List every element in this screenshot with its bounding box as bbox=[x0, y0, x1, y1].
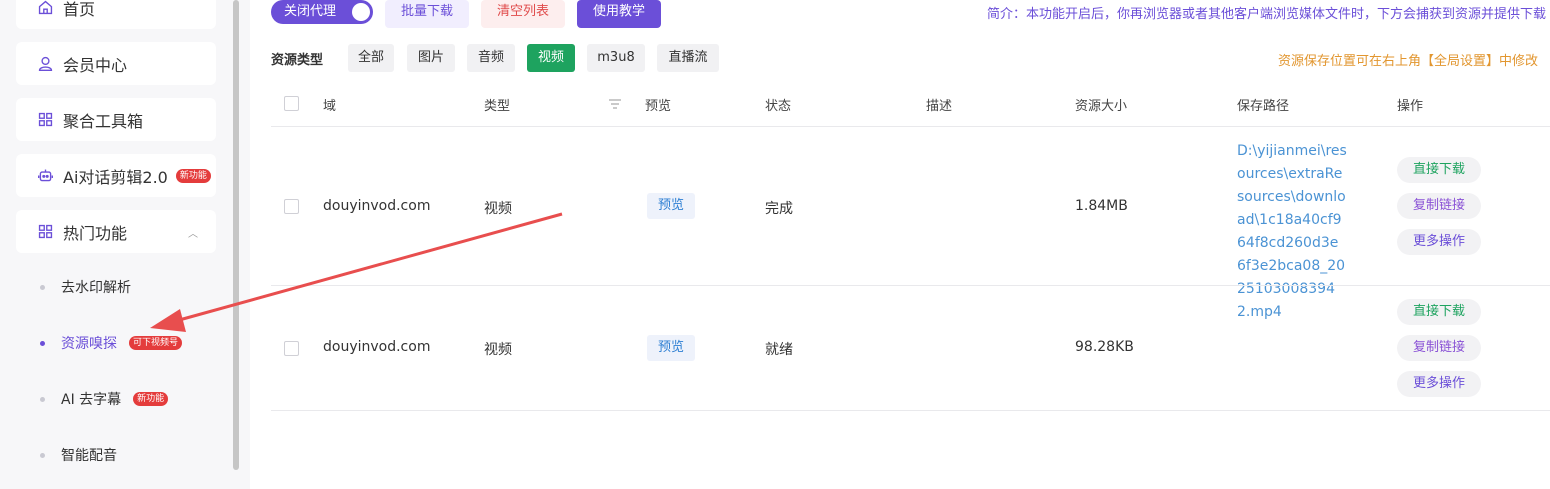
sidebar-scrollbar[interactable] bbox=[233, 0, 239, 470]
feature-intro-text: 简介：本功能开启后，你再浏览器或者其他客户端浏览媒体文件时，下方会捕获到资源并提… bbox=[986, 7, 1546, 22]
row-checkbox[interactable] bbox=[284, 199, 299, 214]
filter-chip-image[interactable]: 图片 bbox=[407, 44, 455, 72]
sidebar-item-label: 热门功能 bbox=[63, 223, 128, 243]
resource-type-label: 资源类型 bbox=[271, 53, 324, 68]
grid-icon bbox=[36, 223, 54, 241]
bullet-dot-icon bbox=[40, 341, 45, 346]
video-account-badge: 可下视频号 bbox=[129, 336, 183, 350]
sidebar-subitem-resource-sniff[interactable]: 资源嗅探 可下视频号 bbox=[40, 333, 183, 353]
sidebar-item-hot-features[interactable]: 热门功能 ︿ bbox=[16, 210, 216, 253]
row-type: 视频 bbox=[484, 342, 512, 358]
new-feature-badge: 新功能 bbox=[133, 392, 169, 406]
sidebar-subitem-ai-subtitle[interactable]: AI 去字幕 新功能 bbox=[40, 389, 169, 409]
sidebar-item-toolbox[interactable]: 聚合工具箱 bbox=[16, 98, 216, 141]
select-all-checkbox[interactable] bbox=[284, 96, 299, 111]
save-location-hint: 资源保存位置可在右上角【全局设置】中修改 bbox=[1277, 54, 1538, 69]
sidebar-item-ai-clip[interactable]: Ai对话剪辑2.0 新功能 bbox=[16, 154, 216, 197]
proxy-toggle[interactable]: 关闭代理 bbox=[271, 0, 373, 24]
sidebar-item-member[interactable]: 会员中心 bbox=[16, 42, 216, 85]
column-header-actions: 操作 bbox=[1397, 99, 1424, 114]
filter-chip-audio[interactable]: 音频 bbox=[467, 44, 515, 72]
robot-icon bbox=[36, 167, 54, 185]
filter-chip-all[interactable]: 全部 bbox=[348, 44, 394, 72]
row-domain: douyinvod.com bbox=[323, 198, 431, 214]
column-header-description: 描述 bbox=[926, 99, 953, 114]
row-status: 完成 bbox=[765, 201, 793, 217]
clear-list-button[interactable]: 清空列表 bbox=[481, 0, 565, 28]
home-icon bbox=[36, 0, 54, 17]
sidebar: 首页 会员中心 聚合工具箱 Ai对话剪辑2.0 新功能 热门功能 ︿ 去水印解析… bbox=[0, 0, 250, 489]
bullet-dot-icon bbox=[40, 397, 45, 402]
chevron-up-icon[interactable]: ︿ bbox=[188, 225, 198, 240]
filter-chip-live[interactable]: 直播流 bbox=[657, 44, 719, 72]
column-header-preview: 预览 bbox=[645, 99, 672, 114]
table-divider bbox=[271, 410, 1550, 411]
direct-download-button[interactable]: 直接下载 bbox=[1397, 299, 1481, 325]
sidebar-subitem-watermark[interactable]: 去水印解析 bbox=[40, 277, 131, 297]
sidebar-item-home[interactable]: 首页 bbox=[16, 0, 216, 29]
direct-download-button[interactable]: 直接下载 bbox=[1397, 157, 1481, 183]
filter-chip-video[interactable]: 视频 bbox=[527, 44, 575, 72]
tutorial-button[interactable]: 使用教学 bbox=[577, 0, 661, 28]
row-size: 98.28KB bbox=[1075, 339, 1134, 355]
more-actions-button[interactable]: 更多操作 bbox=[1397, 229, 1481, 255]
more-actions-button[interactable]: 更多操作 bbox=[1397, 371, 1481, 397]
filter-chip-m3u8[interactable]: m3u8 bbox=[587, 44, 645, 72]
sidebar-item-label: 会员中心 bbox=[63, 55, 128, 75]
bullet-dot-icon bbox=[40, 285, 45, 290]
proxy-toggle-label: 关闭代理 bbox=[284, 4, 337, 19]
batch-download-button[interactable]: 批量下载 bbox=[385, 0, 469, 28]
table-divider bbox=[271, 126, 1550, 127]
sidebar-item-label: Ai对话剪辑2.0 bbox=[63, 167, 168, 187]
grid-icon bbox=[36, 111, 54, 129]
sidebar-item-label: 首页 bbox=[63, 0, 96, 19]
sidebar-subitem-dubbing[interactable]: 智能配音 bbox=[40, 445, 117, 465]
bullet-dot-icon bbox=[40, 453, 45, 458]
preview-button[interactable]: 预览 bbox=[647, 193, 695, 219]
preview-button[interactable]: 预览 bbox=[647, 335, 695, 361]
new-feature-badge: 新功能 bbox=[175, 168, 211, 183]
column-header-size: 资源大小 bbox=[1075, 99, 1128, 114]
sidebar-item-label: 聚合工具箱 bbox=[63, 111, 144, 131]
copy-link-button[interactable]: 复制链接 bbox=[1397, 335, 1481, 361]
filter-icon[interactable] bbox=[608, 97, 622, 111]
row-checkbox[interactable] bbox=[284, 341, 299, 356]
toggle-knob bbox=[352, 3, 370, 21]
table-divider bbox=[271, 285, 1550, 286]
row-type: 视频 bbox=[484, 201, 512, 217]
row-domain: douyinvod.com bbox=[323, 339, 431, 355]
user-icon bbox=[36, 55, 54, 73]
column-header-domain: 域 bbox=[323, 99, 337, 114]
row-size: 1.84MB bbox=[1075, 198, 1128, 214]
row-save-path-link[interactable]: D:\yijianmei\resources\extraResources\do… bbox=[1237, 140, 1347, 324]
column-header-path: 保存路径 bbox=[1237, 99, 1290, 114]
column-header-type: 类型 bbox=[484, 99, 511, 114]
row-status: 就绪 bbox=[765, 342, 793, 358]
copy-link-button[interactable]: 复制链接 bbox=[1397, 193, 1481, 219]
column-header-status: 状态 bbox=[765, 99, 792, 114]
